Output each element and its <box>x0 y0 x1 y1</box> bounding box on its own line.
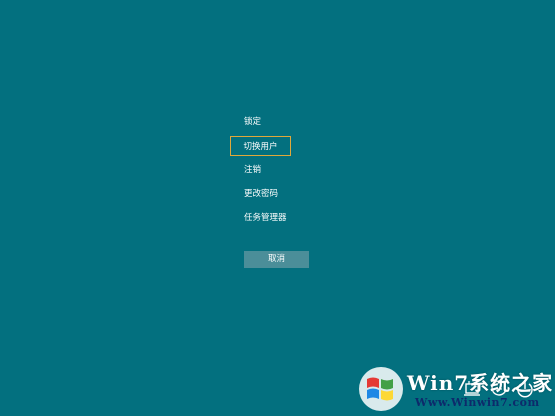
menu-item-change-password[interactable]: 更改密码 <box>230 184 292 204</box>
watermark: Win7系统之家 Www.Winwin7.com <box>355 363 555 416</box>
secure-attention-screen: 锁定 切换用户 注销 更改密码 任务管理器 取消 Win7系统之家 Www.Wi… <box>0 0 555 416</box>
windows-logo-icon <box>357 365 405 413</box>
menu-item-switch-user[interactable]: 切换用户 <box>230 136 292 156</box>
cancel-button[interactable]: 取消 <box>244 251 309 268</box>
menu-item-lock[interactable]: 锁定 <box>230 112 275 132</box>
watermark-url: Www.Winwin7.com <box>415 396 540 409</box>
menu-item-task-manager[interactable]: 任务管理器 <box>230 208 301 228</box>
menu-item-sign-out[interactable]: 注销 <box>230 160 275 180</box>
watermark-brand: Win7系统之家 <box>407 371 554 395</box>
